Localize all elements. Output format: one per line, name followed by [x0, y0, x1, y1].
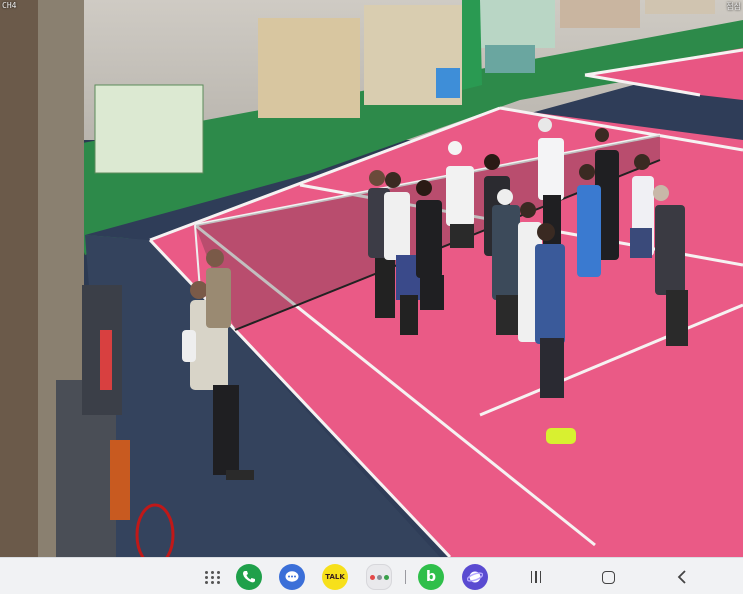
- messages-icon[interactable]: [279, 564, 305, 590]
- wall-banner: [94, 84, 204, 174]
- wall-banner: [485, 45, 535, 73]
- apps-grid-icon[interactable]: [200, 564, 226, 590]
- taskbar-divider: [405, 570, 406, 584]
- wall-banner: [645, 0, 715, 14]
- wall-banner: [560, 0, 640, 28]
- phone-icon[interactable]: [236, 564, 262, 590]
- internet-browser-icon[interactable]: [462, 564, 488, 590]
- camera-corner-text: 점심: [726, 2, 741, 11]
- home-icon[interactable]: [597, 566, 619, 588]
- recents-icon[interactable]: [525, 566, 547, 588]
- kakaotalk-label: TALK: [325, 573, 345, 581]
- court-scene: [0, 0, 743, 557]
- wall-banner: [475, 0, 555, 48]
- b-app-label: b: [425, 569, 437, 585]
- wall-banner: [258, 18, 360, 118]
- cctv-video-feed: CH4 점심: [0, 0, 743, 557]
- back-icon[interactable]: [671, 566, 693, 588]
- camera-channel-label: CH4: [2, 1, 17, 10]
- android-taskbar: TALK b: [0, 557, 743, 594]
- b-app-icon[interactable]: b: [418, 564, 444, 590]
- kakaotalk-icon[interactable]: TALK: [322, 564, 348, 590]
- app-folder-icon[interactable]: [366, 564, 392, 590]
